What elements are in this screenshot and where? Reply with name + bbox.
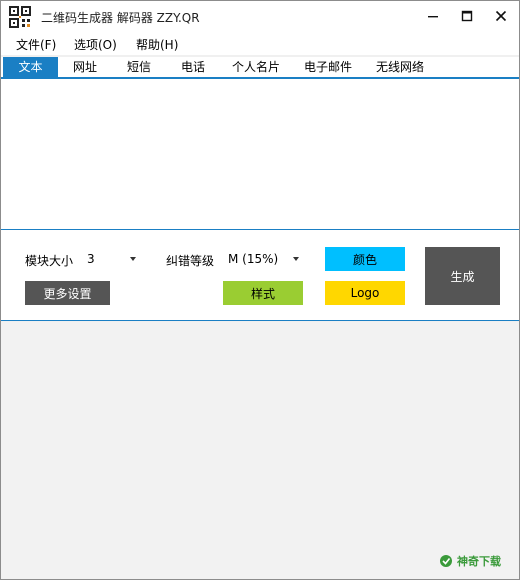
- chevron-down-icon: [293, 257, 299, 261]
- tab-phone[interactable]: 电话: [169, 57, 217, 77]
- content-input[interactable]: [1, 79, 519, 229]
- watermark: 神奇下载: [439, 553, 501, 569]
- watermark-logo-icon: [440, 555, 452, 567]
- logo-button[interactable]: Logo: [325, 281, 405, 305]
- title-bar: 二维码生成器 解码器 ZZY.QR: [1, 1, 519, 33]
- style-button[interactable]: 样式: [223, 281, 303, 305]
- settings-panel: 模块大小 3 纠错等级 M (15%) 颜色 生成 更多设置 样式 Logo: [1, 229, 519, 321]
- ecc-level-select[interactable]: M (15%): [223, 247, 303, 271]
- tab-text[interactable]: 文本: [3, 57, 58, 77]
- module-size-select[interactable]: 3: [82, 247, 140, 271]
- tab-sms[interactable]: 短信: [115, 57, 163, 77]
- close-button[interactable]: [483, 1, 519, 31]
- maximize-icon: [461, 10, 473, 22]
- menu-options[interactable]: 选项(O): [74, 36, 117, 53]
- tab-email[interactable]: 电子邮件: [295, 57, 361, 77]
- menu-help[interactable]: 帮助(H): [136, 36, 178, 53]
- watermark-text: 神奇下载: [457, 555, 501, 568]
- ecc-label: 纠错等级: [166, 254, 215, 268]
- menu-file[interactable]: 文件(F): [16, 36, 56, 53]
- tab-vcard[interactable]: 个人名片: [223, 57, 289, 77]
- maximize-button[interactable]: [449, 1, 485, 31]
- module-size-value: 3: [87, 252, 95, 266]
- more-settings-button[interactable]: 更多设置: [25, 281, 110, 305]
- tab-bar: 文本 网址 短信 电话 个人名片 电子邮件 无线网络: [1, 57, 519, 79]
- ecc-level-value: M (15%): [228, 252, 279, 266]
- minimize-icon: [428, 16, 438, 18]
- minimize-button[interactable]: [415, 1, 451, 31]
- menu-bar: 文件(F) 选项(O) 帮助(H): [1, 33, 519, 55]
- chevron-down-icon: [130, 257, 136, 261]
- qr-code-icon: [9, 6, 31, 28]
- window-title: 二维码生成器 解码器 ZZY.QR: [41, 11, 200, 25]
- generate-button[interactable]: 生成: [425, 247, 500, 305]
- tab-url[interactable]: 网址: [61, 57, 109, 77]
- qr-output-area: [1, 322, 519, 579]
- color-button[interactable]: 颜色: [325, 247, 405, 271]
- close-icon: [495, 10, 507, 22]
- app-window: 二维码生成器 解码器 ZZY.QR 文件(F) 选项(O) 帮助(H) 文本 网…: [0, 0, 520, 580]
- tab-wifi[interactable]: 无线网络: [367, 57, 433, 77]
- module-size-label: 模块大小: [25, 254, 74, 268]
